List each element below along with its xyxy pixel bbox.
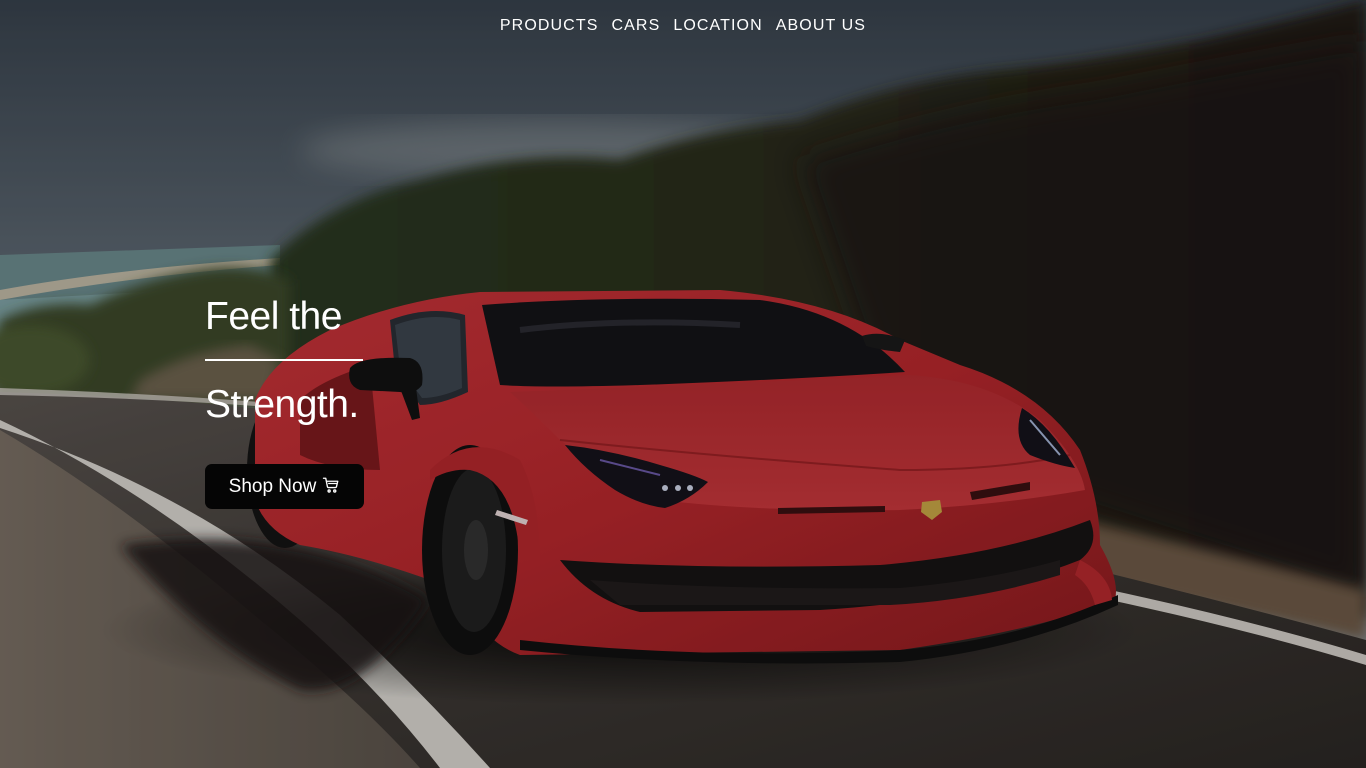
hero-headline: Feel the Strength.	[205, 294, 363, 428]
nav-item-location[interactable]: LOCATION	[673, 16, 762, 36]
shopping-cart-icon	[323, 477, 339, 493]
shop-now-label: Shop Now	[228, 475, 317, 497]
hero-section: PRODUCTS CARS LOCATION ABOUT US Feel the…	[0, 0, 1366, 768]
headline-divider	[205, 359, 363, 361]
headline-line-2: Strength.	[205, 383, 359, 426]
nav-item-products[interactable]: PRODUCTS	[500, 16, 599, 36]
nav-item-about-us[interactable]: ABOUT US	[776, 16, 866, 36]
shop-now-button[interactable]: Shop Now	[205, 464, 364, 509]
nav-item-cars[interactable]: CARS	[612, 16, 661, 36]
headline-line-1: Feel the	[205, 295, 342, 338]
main-navigation: PRODUCTS CARS LOCATION ABOUT US	[0, 16, 1366, 36]
